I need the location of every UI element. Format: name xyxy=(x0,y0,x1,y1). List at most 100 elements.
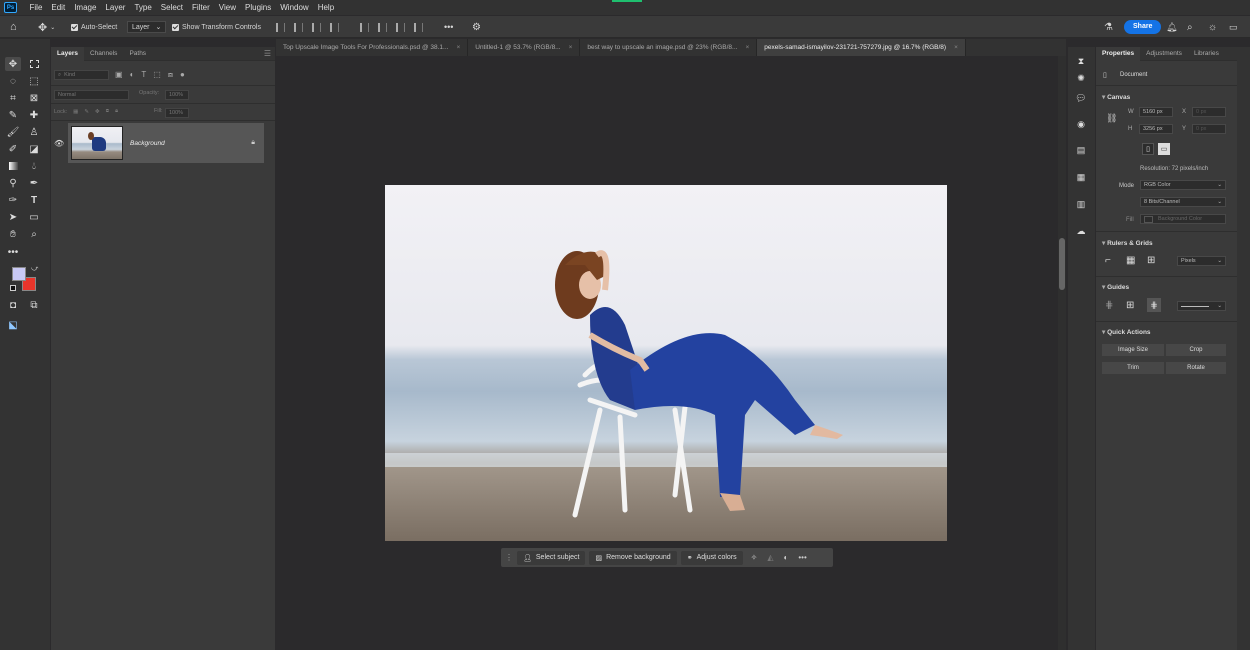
path-tool-icon[interactable]: ✑ xyxy=(5,193,21,207)
menu-plugins[interactable]: Plugins xyxy=(241,0,276,15)
properties-scroll-track[interactable] xyxy=(1237,47,1250,650)
distribute-v-icon[interactable] xyxy=(414,22,423,32)
default-colors-icon[interactable] xyxy=(10,285,16,291)
healing-brush-icon[interactable]: ✚ xyxy=(26,108,42,122)
clone-stamp-icon[interactable]: ♙ xyxy=(26,125,42,139)
rulers-icon[interactable]: ⌐ xyxy=(1105,255,1111,266)
panel-menu-icon[interactable]: ☰ xyxy=(264,49,271,58)
lasso-tool-icon[interactable]: ◌ xyxy=(5,74,21,88)
scrollbar-thumb[interactable] xyxy=(1059,238,1065,290)
landscape-orientation-icon[interactable]: ▭ xyxy=(1158,143,1170,155)
menu-file[interactable]: File xyxy=(25,0,47,15)
shape-filter-icon[interactable]: ⬚ xyxy=(153,70,161,80)
rotate-button[interactable]: Rotate xyxy=(1166,362,1226,374)
lock-pixels-icon[interactable]: ✎ xyxy=(84,109,89,115)
vertical-scrollbar[interactable] xyxy=(1058,56,1066,650)
menu-help[interactable]: Help xyxy=(313,0,338,15)
more-icon[interactable]: ••• xyxy=(798,553,806,562)
document-image[interactable] xyxy=(385,185,947,541)
foreground-color-swatch[interactable] xyxy=(12,267,26,281)
fill-field[interactable]: 100% xyxy=(165,108,189,118)
guides-icon[interactable]: ⋕ xyxy=(1105,300,1113,311)
notifications-bell-icon[interactable]: 🔔︎ xyxy=(1166,16,1177,38)
align-left-icon[interactable] xyxy=(276,22,285,32)
drag-handle-icon[interactable]: ⋮ xyxy=(505,553,513,562)
magic-wand-icon[interactable]: ✧ xyxy=(751,553,758,562)
lock-position-icon[interactable]: ✥ xyxy=(95,109,100,115)
generative-fill-icon[interactable]: ⬕ xyxy=(5,318,21,332)
link-dimensions-icon[interactable]: ⛓ xyxy=(1106,113,1117,124)
color-mode-dropdown[interactable]: RGB Color ⌄ xyxy=(1140,180,1226,190)
search-icon[interactable]: ⌕ xyxy=(1187,16,1193,38)
x-field[interactable]: 0 px xyxy=(1192,107,1226,117)
canvas-section-title[interactable]: Canvas xyxy=(1102,93,1130,101)
mask-icon[interactable]: ◭ xyxy=(767,553,773,562)
y-field[interactable]: 0 px xyxy=(1192,124,1226,134)
pixel-grid-icon[interactable]: ⊞ xyxy=(1147,255,1155,266)
crop-button[interactable]: Crop xyxy=(1166,344,1226,356)
quick-actions-section-title[interactable]: Quick Actions xyxy=(1102,328,1150,336)
type-filter-icon[interactable]: T xyxy=(141,70,146,80)
blur-tool-icon[interactable]: 💧︎ xyxy=(26,159,42,173)
flask-icon[interactable]: ⚗ xyxy=(1104,16,1113,38)
screen-mode-icon[interactable]: ⧉ xyxy=(26,298,42,312)
remove-background-button[interactable]: ▨ Remove background xyxy=(589,550,677,565)
gradient-tool-icon[interactable] xyxy=(5,159,21,173)
close-icon[interactable]: × xyxy=(954,39,958,56)
layer-visibility-eye-icon[interactable]: 👁︎ xyxy=(54,139,64,148)
menu-window[interactable]: Window xyxy=(276,0,313,15)
cc-cloud-icon[interactable]: ☁ xyxy=(1074,225,1088,237)
portrait-orientation-icon[interactable]: ▯ xyxy=(1142,143,1154,155)
select-subject-button[interactable]: 👤︎ Select subject xyxy=(517,550,586,565)
menu-view[interactable]: View xyxy=(214,0,240,15)
crop-tool-icon[interactable]: ⌗ xyxy=(5,91,21,105)
guides-section-title[interactable]: Guides xyxy=(1102,283,1129,291)
smart-guides-icon[interactable]: ⋕ xyxy=(1147,298,1161,312)
auto-select-checkbox[interactable]: Auto-Select xyxy=(71,16,117,38)
object-selection-icon[interactable]: ⬚ xyxy=(26,74,42,88)
tab-libraries[interactable]: Libraries xyxy=(1188,47,1225,61)
ruler-units-dropdown[interactable]: Pixels ⌄ xyxy=(1177,256,1226,266)
close-icon[interactable]: × xyxy=(745,39,749,56)
eraser-icon[interactable]: ◪ xyxy=(26,142,42,156)
tab-adjustments[interactable]: Adjustments xyxy=(1140,47,1188,61)
lock-all-icon[interactable]: 🔒︎ xyxy=(115,108,118,115)
discover-icon[interactable]: ✺ xyxy=(1074,72,1088,84)
color-icon[interactable]: ◉ xyxy=(1074,118,1088,130)
menu-filter[interactable]: Filter xyxy=(188,0,215,15)
frame-tool-icon[interactable]: ⊠ xyxy=(26,91,42,105)
share-button[interactable]: Share xyxy=(1124,20,1162,34)
align-hcenter-icon[interactable] xyxy=(294,22,303,32)
layer-row-background[interactable]: Background 🔒︎ xyxy=(68,123,264,163)
move-tool-icon[interactable]: ✥ xyxy=(5,57,21,71)
brush-tool-icon[interactable]: 🖌︎ xyxy=(5,125,21,139)
rectangle-tool-icon[interactable]: ▭ xyxy=(26,210,42,224)
contrast-icon[interactable]: ◐ xyxy=(784,553,789,562)
doc-tab-1[interactable]: Top Upscale Image Tools For Professional… xyxy=(276,39,469,56)
hand-tool-icon[interactable]: ✋︎ xyxy=(5,227,21,241)
close-icon[interactable]: × xyxy=(456,39,460,56)
bit-depth-dropdown[interactable]: 8 Bits/Channel ⌄ xyxy=(1140,197,1226,207)
rulers-grids-section-title[interactable]: Rulers & Grids xyxy=(1102,239,1153,247)
edit-toolbar-icon[interactable]: ••• xyxy=(5,245,21,259)
swap-colors-icon[interactable]: ⤻ xyxy=(31,265,38,273)
grid-icon[interactable]: ▦ xyxy=(1126,255,1135,266)
libraries-icon[interactable]: ▦ xyxy=(1074,171,1088,183)
menu-edit[interactable]: Edit xyxy=(47,0,70,15)
workspace-icon[interactable]: ▭ xyxy=(1229,16,1238,38)
add-guides-icon[interactable]: ⊞ xyxy=(1126,300,1134,311)
adjust-colors-button[interactable]: ⚭ Adjust colors xyxy=(680,550,743,565)
align-bottom-icon[interactable] xyxy=(396,22,405,32)
lock-artboard-icon[interactable]: ⧈ xyxy=(106,108,110,115)
doc-tab-4[interactable]: pexels-samad-ismayilov-231721-757279.jpg… xyxy=(757,39,966,56)
image-size-button[interactable]: Image Size xyxy=(1102,344,1164,356)
smartobject-filter-icon[interactable]: ⧈ xyxy=(168,70,173,80)
photoshop-logo-icon[interactable]: Ps xyxy=(4,2,17,13)
align-right-icon[interactable] xyxy=(312,22,321,32)
layer-comps-icon[interactable]: ▥ xyxy=(1074,198,1088,210)
path-selection-icon[interactable]: ➤ xyxy=(5,210,21,224)
doc-tab-2[interactable]: Untitled-1 @ 53.7% (RGB/8... × xyxy=(468,39,581,56)
comments-icon[interactable]: 💬︎ xyxy=(1074,92,1088,104)
eyedropper-icon[interactable]: ✎ xyxy=(5,108,21,122)
menu-type[interactable]: Type xyxy=(130,0,156,15)
